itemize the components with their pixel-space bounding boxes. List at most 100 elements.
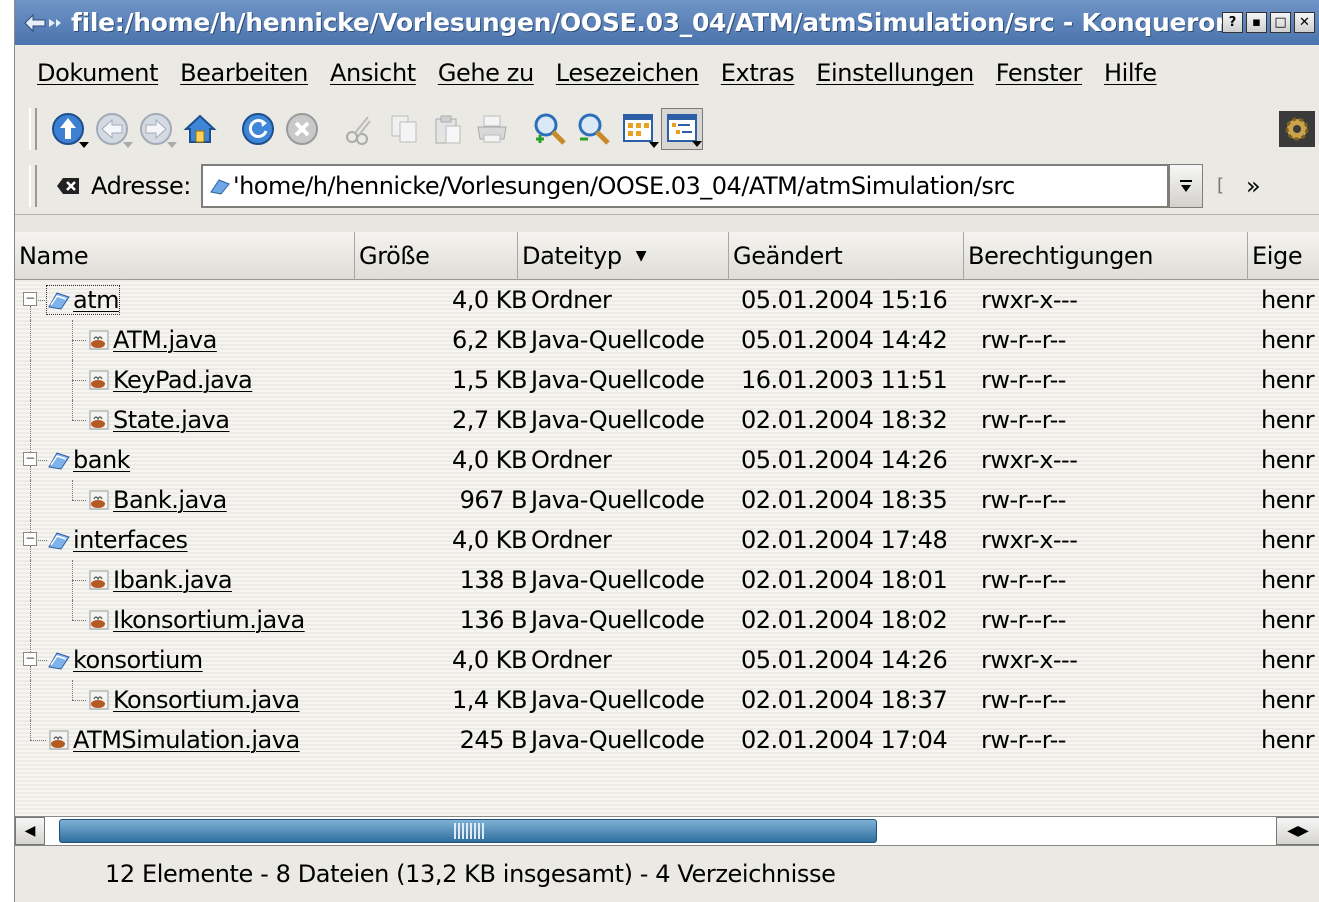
- column-modified[interactable]: Geändert: [729, 232, 964, 280]
- file-name: ATMSimulation.java: [73, 726, 300, 754]
- status-text: 12 Elemente - 8 Dateien (13,2 KB insgesa…: [105, 860, 836, 888]
- column-size[interactable]: Größe: [355, 232, 518, 280]
- file-type: Ordner: [531, 286, 612, 314]
- collapse-toggle[interactable]: −: [23, 292, 37, 306]
- menu-dokument[interactable]: Dokument: [37, 59, 159, 87]
- konqueror-app-icon[interactable]: [15, 0, 71, 45]
- menu-ansicht[interactable]: Ansicht: [330, 59, 416, 87]
- minimize-window-button[interactable]: ▪: [1246, 12, 1267, 33]
- file-row[interactable]: ATM.java 6,2 KB Java-Quellcode 05.01.2004 1…: [15, 320, 1319, 360]
- close-window-button[interactable]: ✕: [1294, 12, 1315, 33]
- paste-button[interactable]: [427, 108, 469, 150]
- scroll-left-button[interactable]: ◀: [15, 817, 45, 845]
- konqueror-gear-icon[interactable]: [1279, 111, 1315, 147]
- toolbar-overflow-chevron[interactable]: »: [1246, 172, 1261, 200]
- location-input[interactable]: 'home/h/hennicke/Vorlesungen/OOSE.03_04/…: [201, 163, 1169, 208]
- copy-button[interactable]: [383, 108, 425, 150]
- horizontal-scrollbar[interactable]: ◀ ◀▶: [15, 816, 1319, 846]
- clear-location-icon[interactable]: [57, 176, 81, 196]
- collapse-toggle[interactable]: −: [23, 452, 37, 466]
- folder-row[interactable]: − interfaces 4,0 KB Ordner 02.01.2004 17:48 r…: [15, 520, 1319, 560]
- file-type: Java-Quellcode: [531, 566, 705, 594]
- collapse-toggle[interactable]: −: [23, 652, 37, 666]
- file-row[interactable]: ATMSimulation.java 245 B Java-Quellcode 02.…: [15, 720, 1319, 760]
- name-cell: State.java: [15, 400, 369, 440]
- print-button[interactable]: [471, 108, 513, 150]
- name-cell: − atm: [15, 280, 369, 320]
- file-tree-view[interactable]: Name Größe Dateityp ▼ Geändert Berechtigu…: [15, 232, 1319, 816]
- name-label-wrap[interactable]: bank: [47, 446, 131, 474]
- file-name: atm: [73, 286, 120, 314]
- name-label-wrap[interactable]: Ikonsortium.java: [87, 606, 305, 634]
- folder-row[interactable]: − bank 4,0 KB Ordner 05.01.2004 14:26 rwxr-x-…: [15, 440, 1319, 480]
- name-label-wrap[interactable]: Bank.java: [87, 486, 227, 514]
- scrollbar-thumb[interactable]: [59, 819, 877, 843]
- collapse-toggle[interactable]: −: [23, 532, 37, 546]
- permissions: rw-r--r--: [981, 726, 1066, 754]
- icon-view-button[interactable]: [617, 108, 659, 150]
- name-label-wrap[interactable]: KeyPad.java: [87, 366, 253, 394]
- status-bar: 12 Elemente - 8 Dateien (13,2 KB insgesa…: [15, 846, 1319, 902]
- file-type: Java-Quellcode: [531, 366, 705, 394]
- location-grip[interactable]: [29, 164, 37, 207]
- file-name: Konsortium.java: [113, 686, 300, 714]
- folder-row[interactable]: − atm 4,0 KB Ordner 05.01.2004 15:16 rwxr-x--…: [15, 280, 1319, 320]
- reload-icon: [242, 113, 274, 145]
- tree-view-button[interactable]: [661, 108, 703, 150]
- name-label-wrap[interactable]: Konsortium.java: [87, 686, 300, 714]
- name-label-wrap[interactable]: konsortium: [47, 646, 203, 674]
- name-label-wrap[interactable]: interfaces: [47, 526, 188, 554]
- name-label-wrap[interactable]: State.java: [87, 406, 230, 434]
- java-file-icon: [89, 570, 109, 590]
- reload-button[interactable]: [237, 108, 279, 150]
- file-row[interactable]: Ikonsortium.java 136 B Java-Quellcode 02.01…: [15, 600, 1319, 640]
- name-label-wrap[interactable]: atm: [46, 285, 120, 315]
- file-name: ATM.java: [113, 326, 217, 354]
- column-permissions[interactable]: Berechtigungen: [964, 232, 1248, 280]
- name-label-wrap[interactable]: Ibank.java: [87, 566, 233, 594]
- file-row[interactable]: Ibank.java 138 B Java-Quellcode 02.01.2004 …: [15, 560, 1319, 600]
- file-row[interactable]: Konsortium.java 1,4 KB Java-Quellcode 02.01…: [15, 680, 1319, 720]
- menu-einstellungen[interactable]: Einstellungen: [816, 59, 974, 87]
- maximize-window-button[interactable]: □: [1270, 12, 1291, 33]
- menu-extras[interactable]: Extras: [721, 59, 795, 87]
- forward-button[interactable]: [135, 108, 177, 150]
- file-type: Ordner: [531, 446, 612, 474]
- menu-hilfe[interactable]: Hilfe: [1104, 59, 1157, 87]
- owner: henr: [1261, 686, 1315, 714]
- menu-bearbeiten[interactable]: Bearbeiten: [180, 59, 308, 87]
- file-row[interactable]: State.java 2,7 KB Java-Quellcode 02.01.2004…: [15, 400, 1319, 440]
- zoom-in-button[interactable]: [529, 108, 571, 150]
- file-type: Java-Quellcode: [531, 406, 705, 434]
- name-label-wrap[interactable]: ATMSimulation.java: [47, 726, 300, 754]
- location-history-dropdown[interactable]: [1169, 163, 1203, 208]
- file-row[interactable]: Bank.java 967 B Java-Quellcode 02.01.2004 1…: [15, 480, 1319, 520]
- help-window-button[interactable]: ?: [1222, 12, 1243, 33]
- name-label-wrap[interactable]: ATM.java: [87, 326, 217, 354]
- file-type: Java-Quellcode: [531, 726, 705, 754]
- file-name: State.java: [113, 406, 230, 434]
- modified-date: 02.01.2004 17:48: [741, 526, 948, 554]
- back-button[interactable]: [91, 108, 133, 150]
- menu-fenster[interactable]: Fenster: [996, 59, 1083, 87]
- column-owner[interactable]: Eige: [1248, 232, 1319, 280]
- menu-gehe-zu[interactable]: Gehe zu: [438, 59, 534, 87]
- owner: henr: [1261, 606, 1315, 634]
- owner: henr: [1261, 486, 1315, 514]
- cut-button[interactable]: [339, 108, 381, 150]
- scroll-both-button[interactable]: ◀▶: [1276, 817, 1319, 845]
- column-type[interactable]: Dateityp ▼: [518, 232, 729, 280]
- file-name: KeyPad.java: [113, 366, 253, 394]
- stop-icon: [286, 113, 318, 145]
- menu-lesezeichen[interactable]: Lesezeichen: [556, 59, 699, 87]
- toolbar-grip[interactable]: [29, 108, 37, 150]
- up-button[interactable]: [47, 108, 89, 150]
- home-button[interactable]: [179, 108, 221, 150]
- folder-row[interactable]: − konsortium 4,0 KB Ordner 05.01.2004 14:26 r…: [15, 640, 1319, 680]
- column-name[interactable]: Name: [15, 232, 355, 280]
- name-cell: Ibank.java: [15, 560, 369, 600]
- stop-button[interactable]: [281, 108, 323, 150]
- zoom-out-button[interactable]: [573, 108, 615, 150]
- file-row[interactable]: KeyPad.java 1,5 KB Java-Quellcode 16.01.200…: [15, 360, 1319, 400]
- title-bar[interactable]: file:/home/h/hennicke/Vorlesungen/OOSE.0…: [15, 0, 1319, 45]
